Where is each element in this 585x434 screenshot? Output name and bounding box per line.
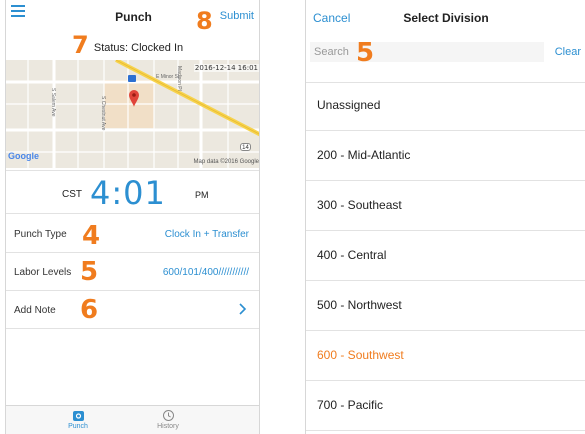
division-item-label: 200 - Mid-Atlantic (317, 148, 411, 162)
clear-button[interactable]: Clear (555, 46, 581, 58)
map-timestamp: 2016-12-14 16:01 (193, 64, 259, 72)
chevron-right-icon (239, 303, 247, 315)
history-icon (162, 410, 174, 421)
tab-history-label: History (157, 423, 179, 430)
location-map[interactable]: 2016-12-14 16:01 E Minor St S Salem Ave … (6, 60, 259, 168)
status-text: Status: Clocked In (93, 42, 184, 54)
callout-4: 4 (82, 221, 101, 251)
add-note-row[interactable]: Add Note (6, 292, 259, 329)
callout-6: 6 (80, 295, 99, 325)
division-item-200[interactable]: 200 - Mid-Atlantic (306, 131, 585, 181)
tab-history[interactable]: History (138, 409, 198, 430)
callout-5-left: 5 (80, 257, 99, 287)
submit-button[interactable]: Submit (220, 10, 254, 22)
tab-punch-label: Punch (68, 423, 88, 430)
division-item-label: 400 - Central (317, 248, 387, 262)
google-logo: Google (8, 151, 39, 161)
search-bar: Clear (306, 38, 585, 66)
division-item-600[interactable]: 600 - Southwest (306, 331, 585, 381)
punch-screen: Punch Submit 8 7 Status: Clocked In 2016… (5, 0, 260, 434)
division-nav-bar: Cancel Select Division (306, 0, 585, 36)
street-label: S Salem Ave (50, 88, 56, 117)
division-item-label: 300 - Southeast (317, 198, 402, 212)
tab-punch[interactable]: Punch (48, 409, 108, 430)
tab-bar: Punch History (6, 405, 259, 434)
punch-type-row[interactable]: Punch Type Clock In + Transfer (6, 216, 259, 253)
division-item-label: 600 - Southwest (317, 348, 404, 362)
street-label: Madison Pl (176, 66, 182, 91)
street-label: S Chestnut Ave (100, 96, 106, 131)
division-title: Select Division (403, 11, 489, 25)
labor-levels-row[interactable]: Labor Levels 600/101/400/////////// (6, 254, 259, 291)
punch-icon (72, 411, 84, 421)
division-item-label: 700 - Pacific (317, 398, 384, 412)
punch-nav-bar: Punch Submit (6, 0, 259, 30)
map-graphic (6, 60, 259, 168)
labor-levels-value: 600/101/400/////////// (162, 267, 249, 278)
search-input[interactable] (310, 42, 544, 62)
division-item-300[interactable]: 300 - Southeast (306, 181, 585, 231)
clock-time: 4:01 (90, 174, 166, 212)
division-item-700[interactable]: 700 - Pacific (306, 381, 585, 431)
route-shield-icon: 14 (240, 143, 251, 151)
select-division-screen: Cancel Select Division Clear 5 Unassigne… (305, 0, 585, 434)
division-item-400[interactable]: 400 - Central (306, 231, 585, 281)
clock-timezone: CST (62, 189, 82, 200)
map-credit: Map data ©2016 Google (193, 159, 259, 165)
callout-5-right: 5 (356, 38, 375, 68)
canvas: Punch Submit 8 7 Status: Clocked In 2016… (0, 0, 585, 434)
punch-type-label: Punch Type (14, 229, 67, 240)
labor-levels-label: Labor Levels (14, 267, 72, 278)
division-item-500[interactable]: 500 - Northwest (306, 281, 585, 331)
clock-ampm: PM (195, 190, 209, 200)
punch-type-value: Clock In + Transfer (164, 229, 249, 240)
clock-display: CST 4:01 PM (6, 170, 259, 214)
division-item-label: 500 - Northwest (317, 298, 402, 312)
division-item-label: Unassigned (317, 98, 381, 112)
division-item-unassigned[interactable]: Unassigned (306, 81, 585, 131)
callout-8: 8 (196, 7, 213, 35)
add-note-label: Add Note (14, 305, 56, 316)
